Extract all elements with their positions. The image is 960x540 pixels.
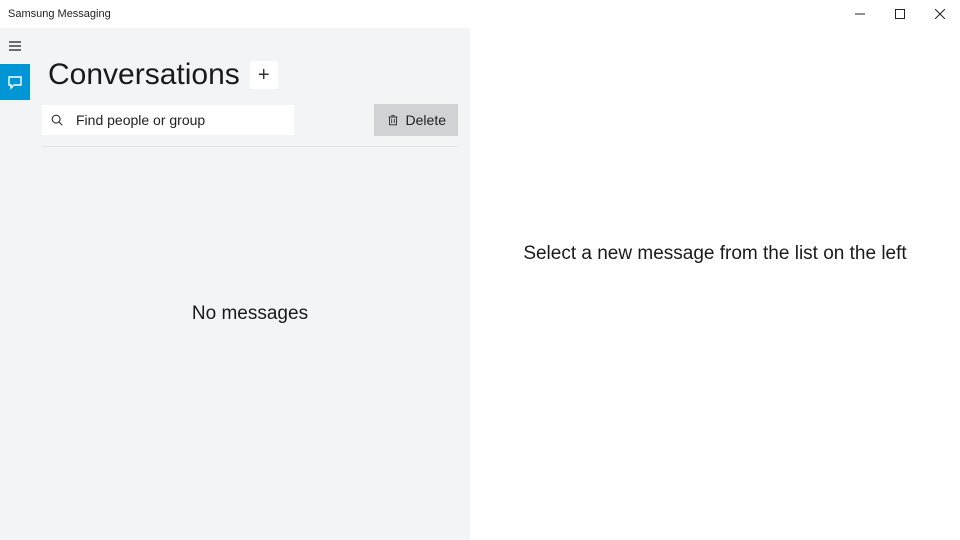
delete-button[interactable]: Delete [374, 104, 458, 136]
search-box[interactable] [42, 105, 294, 135]
search-icon [50, 113, 64, 127]
conversations-pane: Conversations + [30, 28, 470, 540]
conversations-header: Conversations + [42, 36, 458, 104]
close-icon [935, 9, 945, 19]
minimize-button[interactable] [840, 0, 880, 28]
conversations-nav-button[interactable] [0, 64, 30, 100]
app-title: Samsung Messaging [8, 8, 111, 20]
message-detail-pane: Select a new message from the list on th… [470, 28, 960, 540]
maximize-button[interactable] [880, 0, 920, 28]
close-button[interactable] [920, 0, 960, 28]
new-conversation-button[interactable]: + [250, 61, 278, 89]
conversations-empty-state: No messages [42, 147, 458, 540]
titlebar: Samsung Messaging [0, 0, 960, 28]
trash-icon [386, 113, 400, 127]
app-body: Conversations + [0, 28, 960, 540]
delete-label: Delete [406, 112, 446, 128]
search-input[interactable] [76, 112, 286, 128]
conversations-title: Conversations [48, 58, 240, 92]
plus-icon: + [258, 64, 270, 87]
hamburger-icon [7, 38, 23, 54]
nav-rail [0, 28, 30, 540]
chat-icon [7, 74, 23, 90]
window-controls [840, 0, 960, 28]
conversations-toolbar: Delete [42, 104, 458, 147]
conversations-empty-text: No messages [192, 303, 308, 325]
hamburger-menu-button[interactable] [0, 28, 30, 64]
minimize-icon [855, 9, 865, 19]
maximize-icon [895, 9, 905, 19]
detail-empty-text: Select a new message from the list on th… [523, 243, 906, 265]
